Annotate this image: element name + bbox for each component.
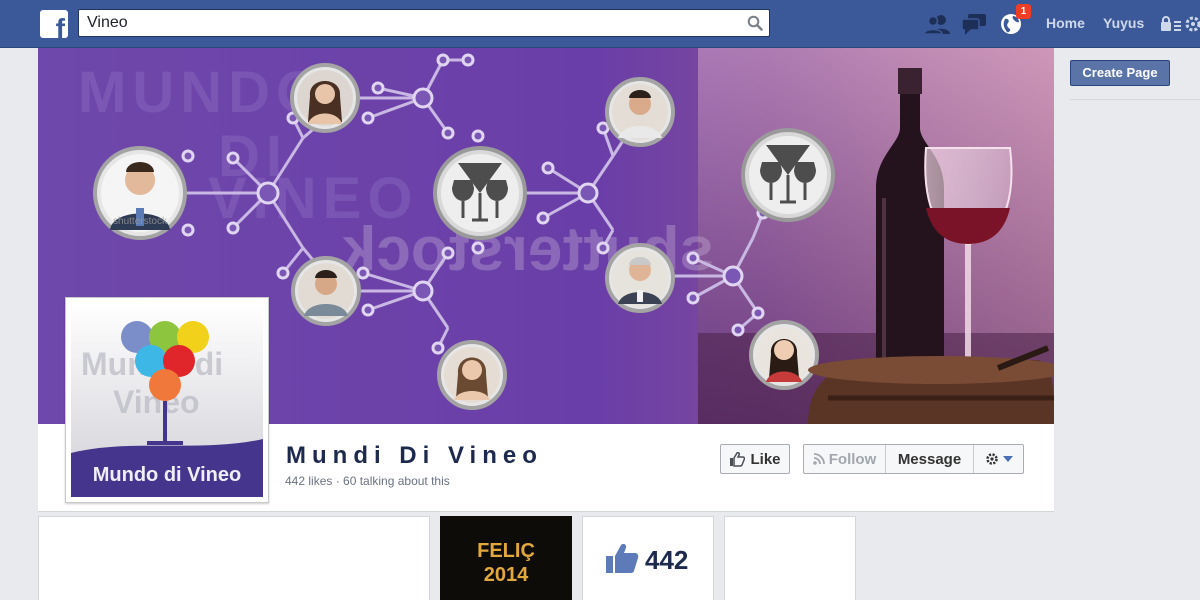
wine-glasses-hub-1 bbox=[433, 146, 527, 240]
person-avatar-6 bbox=[605, 243, 675, 313]
settings-gear-icon[interactable] bbox=[1184, 15, 1200, 33]
photo-text-line-1: FELIÇ bbox=[477, 540, 535, 562]
like-button-label: Like bbox=[750, 450, 781, 468]
avatar-watermark: shutterstock bbox=[113, 216, 168, 227]
thumbs-up-icon bbox=[730, 451, 746, 467]
right-column-divider bbox=[1070, 99, 1200, 100]
like-button[interactable]: Like bbox=[720, 444, 790, 474]
chevron-down-icon bbox=[1002, 456, 1013, 462]
person-avatar-5 bbox=[605, 77, 675, 147]
search-input[interactable] bbox=[79, 10, 729, 36]
page-title[interactable]: Mundi Di Vineo bbox=[286, 442, 543, 470]
profile-link[interactable]: Yuyus bbox=[1103, 15, 1144, 31]
page-actions-group: Follow Message bbox=[803, 444, 1024, 474]
privacy-lock-icon[interactable] bbox=[1160, 16, 1182, 32]
empty-card bbox=[724, 516, 856, 600]
person-avatar-1: shutterstock bbox=[93, 146, 187, 240]
facebook-logo-icon[interactable]: f bbox=[40, 10, 68, 38]
follow-button-label: Follow bbox=[828, 450, 877, 468]
message-button[interactable]: Message bbox=[886, 445, 974, 473]
notification-count-badge: 1 bbox=[1016, 4, 1031, 19]
profile-picture[interactable]: Mundo di Vineo Mundo di Vineo bbox=[65, 297, 269, 503]
facebook-logo-letter: f bbox=[55, 13, 65, 39]
photo-thumbnail[interactable]: FELIÇ 2014 bbox=[440, 516, 572, 600]
search-icon[interactable] bbox=[747, 15, 763, 31]
thumbs-up-icon bbox=[606, 544, 639, 573]
person-avatar-4 bbox=[437, 340, 507, 410]
wine-glasses-hub-2 bbox=[741, 128, 835, 222]
likes-count: 442 bbox=[645, 545, 689, 575]
home-link[interactable]: Home bbox=[1046, 15, 1085, 31]
message-button-label: Message bbox=[897, 450, 962, 468]
friend-requests-icon[interactable] bbox=[924, 12, 950, 36]
person-avatar-2 bbox=[290, 63, 360, 133]
person-avatar-7 bbox=[749, 320, 819, 390]
logo-brand-text: Mundo di Vineo bbox=[93, 464, 242, 486]
gear-icon bbox=[985, 453, 998, 465]
photo-text-line-2: 2014 bbox=[483, 564, 529, 586]
follow-button[interactable]: Follow bbox=[804, 445, 886, 473]
rss-icon bbox=[812, 453, 825, 465]
about-card bbox=[38, 516, 430, 600]
person-avatar-3 bbox=[291, 256, 361, 326]
search-box bbox=[78, 9, 770, 37]
messages-icon[interactable] bbox=[961, 12, 987, 36]
page-options-dropdown[interactable] bbox=[974, 445, 1023, 473]
top-nav-bar: f 1 Home Yuyus bbox=[0, 0, 1200, 48]
create-page-button[interactable]: Create Page bbox=[1070, 60, 1170, 86]
page-stats: 442 likes · 60 talking about this bbox=[285, 474, 450, 488]
